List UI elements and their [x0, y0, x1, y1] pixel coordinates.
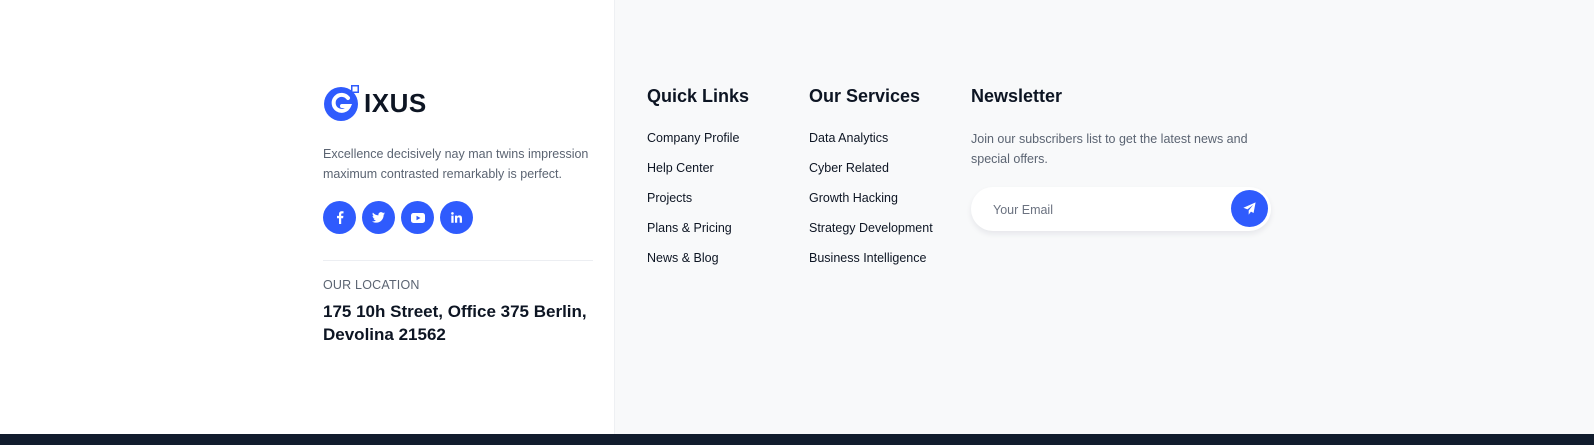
newsletter-description: Join our subscribers list to get the lat… [971, 132, 1248, 166]
linkedin-icon [451, 212, 462, 223]
quick-link-company-profile[interactable]: Company Profile [647, 130, 739, 146]
quick-link-help-center[interactable]: Help Center [647, 160, 714, 176]
newsletter-title: Newsletter [971, 86, 1063, 106]
facebook-icon [336, 211, 343, 224]
service-link-data-analytics[interactable]: Data Analytics [809, 130, 888, 146]
service-link-business-intelligence[interactable]: Business Intelligence [809, 250, 926, 266]
newsletter-form [971, 187, 1271, 231]
subscribe-button[interactable] [1231, 190, 1268, 227]
email-input[interactable] [991, 199, 1215, 221]
twitter-icon [372, 212, 385, 223]
youtube-button[interactable] [401, 201, 434, 234]
quick-links-column: Quick Links Company Profile Help Center … [647, 85, 750, 265]
quick-link-projects[interactable]: Projects [647, 190, 692, 206]
newsletter-column: Newsletter [971, 85, 1062, 107]
service-link-cyber-related[interactable]: Cyber Related [809, 160, 889, 176]
location-label: OUR LOCATION [323, 278, 420, 292]
quick-link-plans-pricing[interactable]: Plans & Pricing [647, 220, 732, 236]
brand-logo[interactable]: IXUS [323, 84, 427, 122]
logo-mark-icon [323, 84, 361, 122]
service-link-strategy-development[interactable]: Strategy Development [809, 220, 933, 236]
divider [323, 260, 593, 261]
services-column: Our Services Data Analytics Cyber Relate… [809, 85, 933, 265]
facebook-button[interactable] [323, 201, 356, 234]
twitter-button[interactable] [362, 201, 395, 234]
social-links [323, 201, 473, 234]
brand-description: Excellence decisively nay man twins impr… [323, 147, 589, 181]
linkedin-button[interactable] [440, 201, 473, 234]
logo-text: IXUS [364, 87, 427, 118]
services-title: Our Services [809, 86, 921, 106]
quick-links-title: Quick Links [647, 86, 750, 106]
footer-bottom-bar [0, 434, 1594, 445]
youtube-icon [410, 212, 425, 223]
location-address: 175 10h Street, Office 375 Berlin, Devol… [323, 302, 587, 344]
service-link-growth-hacking[interactable]: Growth Hacking [809, 190, 898, 206]
quick-link-news-blog[interactable]: News & Blog [647, 250, 719, 266]
paper-plane-icon [1243, 202, 1256, 215]
